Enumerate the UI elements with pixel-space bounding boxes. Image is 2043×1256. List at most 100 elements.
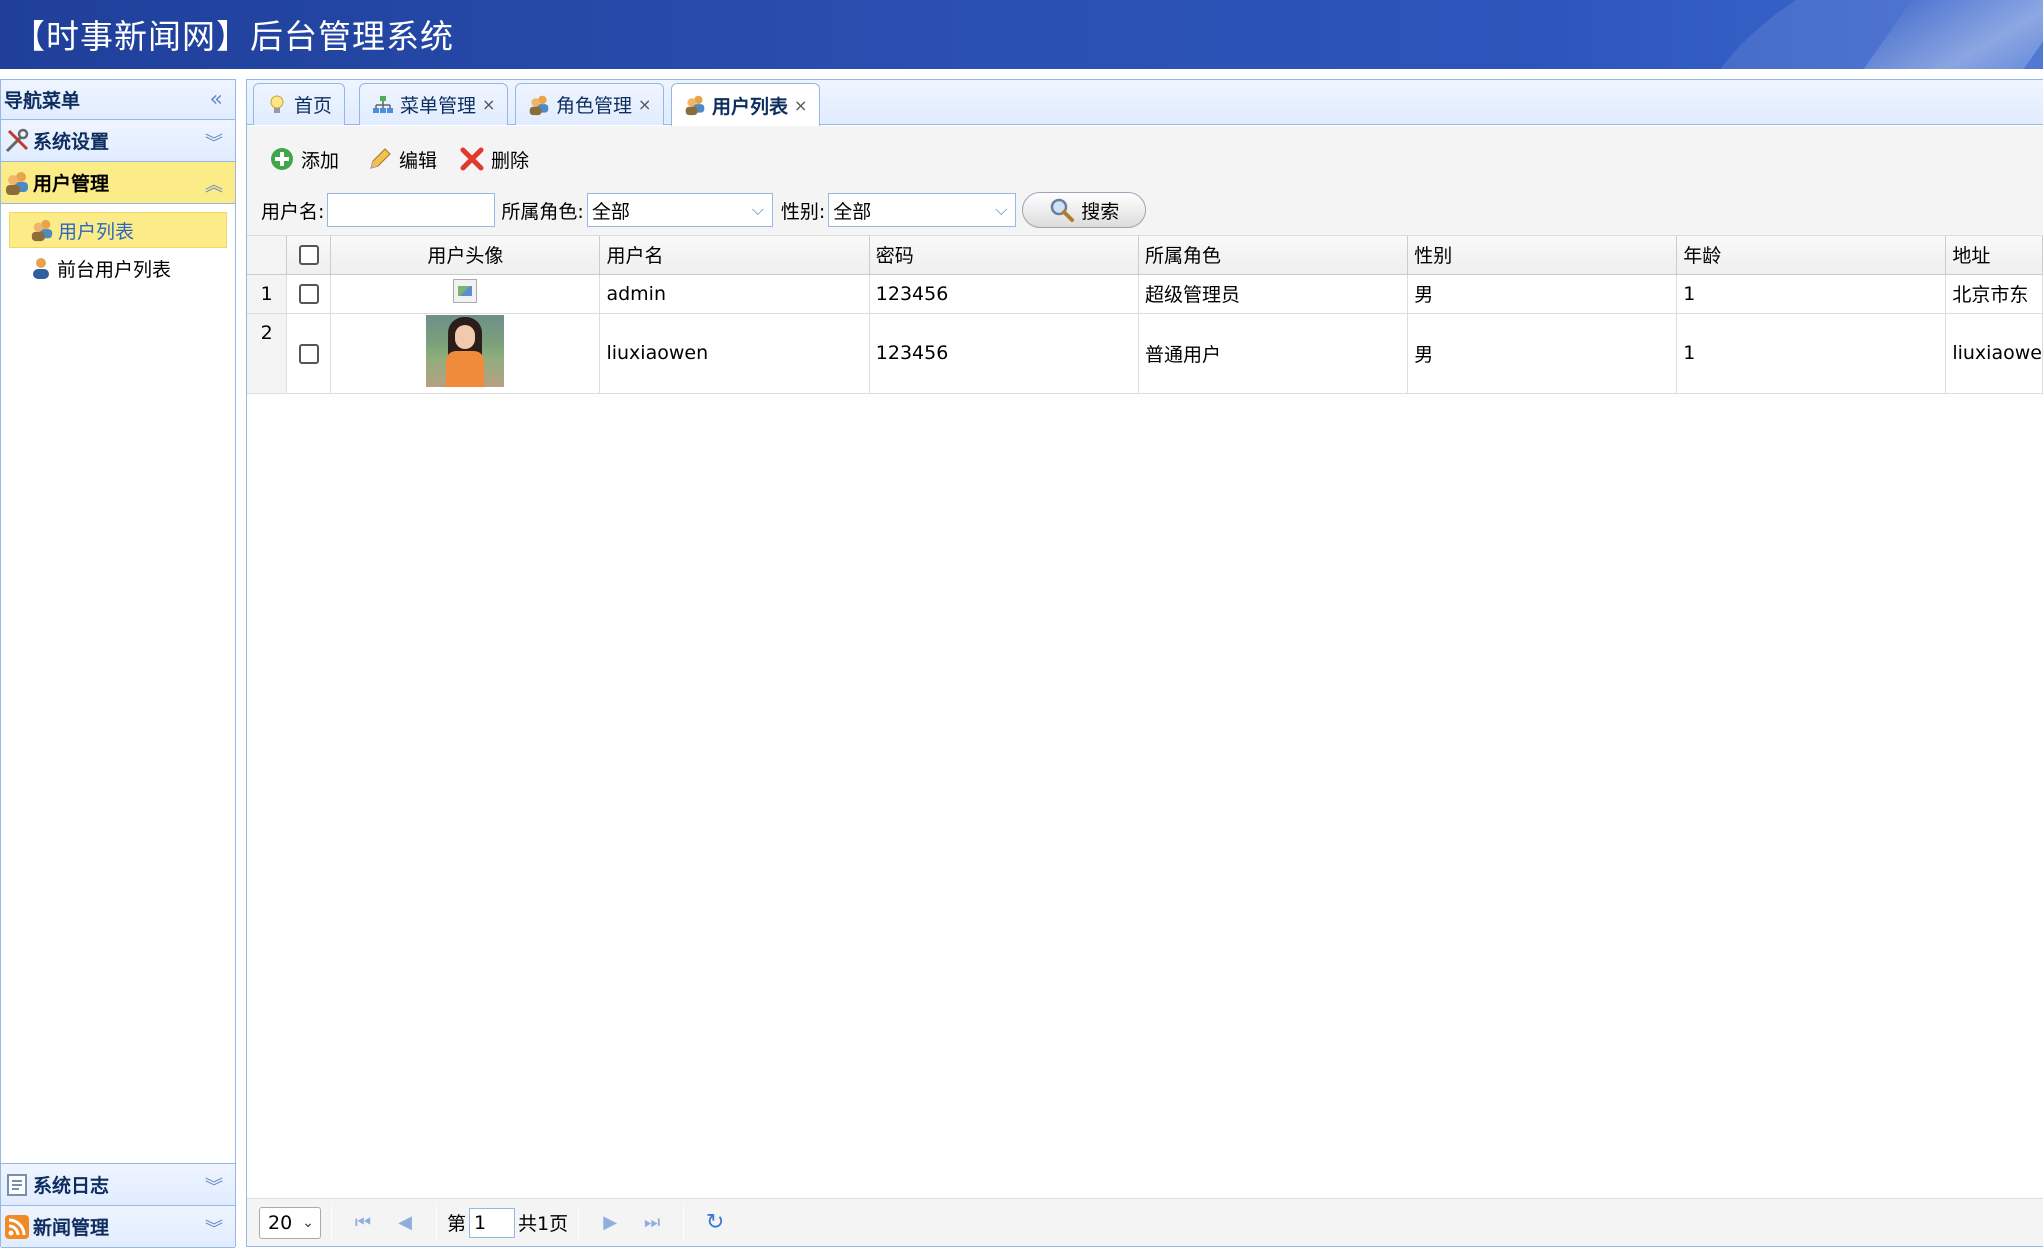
sidebar: 导航菜单 « 系统设置 ︾ 用户管理 ︽ 用户列表 前台用户列表 系统日志 ︾ … (0, 79, 236, 1248)
column-header-avatar[interactable]: 用户头像 (330, 236, 601, 275)
gender-select[interactable]: 全部 ⌵ (828, 193, 1017, 227)
column-header-password[interactable]: 密码 (869, 236, 1139, 275)
address-cell: liuxiaowe (1945, 313, 2043, 394)
avatar-photo-detail (446, 350, 485, 387)
close-icon[interactable]: × (482, 95, 495, 114)
row-number: 1 (247, 274, 288, 314)
tab-label: 首页 (294, 95, 333, 117)
close-icon[interactable]: × (794, 96, 807, 115)
role-select-value: 全部 (591, 200, 630, 223)
sidebar-item-user-list[interactable]: 用户列表 (9, 212, 227, 248)
chevron-down-icon[interactable]: ⌵ (744, 194, 772, 226)
chevron-down-icon: ⌄ (302, 1214, 314, 1231)
tab-label: 菜单管理 (400, 95, 477, 117)
sidebar-header: 导航菜单 « (1, 80, 235, 120)
sidebar-section-system-log[interactable]: 系统日志 ︾ (1, 1164, 235, 1206)
role-cell: 超级管理员 (1138, 274, 1409, 314)
select-all-checkbox[interactable] (298, 245, 319, 266)
page-number-input[interactable]: 1 (469, 1207, 516, 1238)
row-checkbox[interactable] (298, 343, 319, 364)
search-button[interactable]: 搜索 (1022, 192, 1147, 228)
next-page-icon[interactable]: ▶ (595, 1208, 625, 1238)
chevron-down-icon[interactable]: ⌵ (987, 194, 1015, 226)
delete-icon (459, 146, 485, 172)
gender-cell: 男 (1407, 313, 1678, 394)
page-number-value: 1 (474, 1211, 487, 1234)
edit-button[interactable]: 编辑 (367, 142, 437, 176)
password-cell: 123456 (869, 313, 1139, 394)
avatar-cell (330, 313, 601, 394)
users-icon (528, 94, 550, 116)
select-all-checkbox-cell (286, 236, 332, 275)
username-input[interactable] (327, 193, 496, 227)
row-number-header (247, 236, 288, 275)
pager-separator (683, 1205, 685, 1240)
users-icon (684, 94, 706, 116)
delete-button[interactable]: 删除 (459, 142, 529, 176)
column-header-username[interactable]: 用户名 (599, 236, 870, 275)
table-row[interactable]: 1 admin 123456 超级管理员 男 1 北京市东 (247, 274, 2043, 314)
user-table: 用户头像 用户名 密码 所属角色 性别 年龄 地址 1 admin 123456… (247, 236, 2043, 394)
broken-image-icon (453, 279, 478, 303)
tab-home[interactable]: 首页 (253, 83, 346, 125)
page-size-select[interactable]: 20 ⌄ (259, 1206, 321, 1239)
role-select[interactable]: 全部 ⌵ (586, 193, 773, 227)
table-header-row: 用户头像 用户名 密码 所属角色 性别 年龄 地址 (247, 236, 2043, 275)
row-checkbox[interactable] (298, 284, 319, 304)
close-icon[interactable]: × (638, 95, 651, 114)
sidebar-section-label: 新闻管理 (33, 1217, 110, 1239)
avatar-photo-detail (455, 324, 476, 349)
sidebar-section-news-management[interactable]: 新闻管理 ︾ (1, 1206, 235, 1248)
username-label: 用户名: (261, 200, 325, 223)
sidebar-title: 导航菜单 (4, 90, 81, 112)
users-icon (30, 218, 54, 242)
main-panel: 首页 菜单管理 × 角色管理 × 用户列表 × 添加 编辑 删除 用户名: 所属… (246, 79, 2043, 1247)
row-checkbox-cell (286, 274, 332, 314)
sidebar-item-frontend-user-list[interactable]: 前台用户列表 (9, 250, 227, 286)
page-prefix: 第 (447, 1213, 467, 1235)
tab-menu-management[interactable]: 菜单管理 × (359, 83, 509, 125)
refresh-icon[interactable]: ↻ (700, 1208, 730, 1238)
column-header-gender[interactable]: 性别 (1407, 236, 1678, 275)
column-header-address[interactable]: 地址 (1945, 236, 2043, 275)
edit-button-label: 编辑 (399, 149, 438, 172)
chevron-double-down-icon[interactable]: ︾ (205, 1173, 223, 1199)
log-icon (4, 1172, 30, 1198)
gender-select-value: 全部 (833, 200, 872, 223)
tab-label: 角色管理 (556, 95, 633, 117)
sidebar-section-user-management[interactable]: 用户管理 ︽ (1, 162, 235, 204)
password-cell: 123456 (869, 274, 1139, 314)
chevron-double-up-icon[interactable]: ︽ (205, 171, 223, 197)
pager-separator (331, 1205, 332, 1240)
sidebar-section-system-settings[interactable]: 系统设置 ︾ (1, 120, 235, 162)
double-chevron-left-icon[interactable]: « (210, 87, 223, 112)
app-header: 【时事新闻网】后台管理系统 (0, 0, 2043, 69)
chevron-double-down-icon[interactable]: ︾ (205, 129, 223, 155)
tab-role-management[interactable]: 角色管理 × (515, 83, 665, 125)
gender-cell: 男 (1407, 274, 1678, 314)
page-total: 共1页 (518, 1213, 569, 1235)
pager-separator (436, 1205, 437, 1240)
users-icon (4, 170, 30, 196)
username-cell: liuxiaowen (599, 313, 870, 394)
user-avatar-photo (426, 314, 505, 387)
role-label: 所属角色: (501, 200, 584, 223)
row-number: 2 (247, 313, 288, 394)
table-row[interactable]: 2 liuxiaowen 123456 普通用户 男 1 liuxiaowe (247, 313, 2043, 394)
toolbar: 添加 编辑 删除 用户名: 所属角色: 全部 ⌵ 性别: 全部 ⌵ 搜索 (247, 126, 2043, 236)
add-button-label: 添加 (301, 149, 340, 172)
prev-page-icon[interactable]: ◀ (390, 1208, 420, 1238)
lightbulb-icon (266, 94, 288, 116)
column-header-age[interactable]: 年龄 (1676, 236, 1947, 275)
tab-bar: 首页 菜单管理 × 角色管理 × 用户列表 × (247, 80, 2043, 126)
pager-separator (578, 1205, 580, 1240)
username-cell: admin (599, 274, 870, 314)
chevron-double-down-icon[interactable]: ︾ (205, 1215, 223, 1241)
page-size-value: 20 (268, 1211, 293, 1234)
first-page-icon[interactable]: ⏮ (348, 1208, 378, 1238)
column-header-role[interactable]: 所属角色 (1138, 236, 1409, 275)
add-button[interactable]: 添加 (269, 142, 339, 176)
sidebar-section-label: 系统日志 (33, 1175, 110, 1197)
last-page-icon[interactable]: ⏭ (637, 1208, 667, 1238)
tab-user-list[interactable]: 用户列表 × (671, 83, 821, 126)
